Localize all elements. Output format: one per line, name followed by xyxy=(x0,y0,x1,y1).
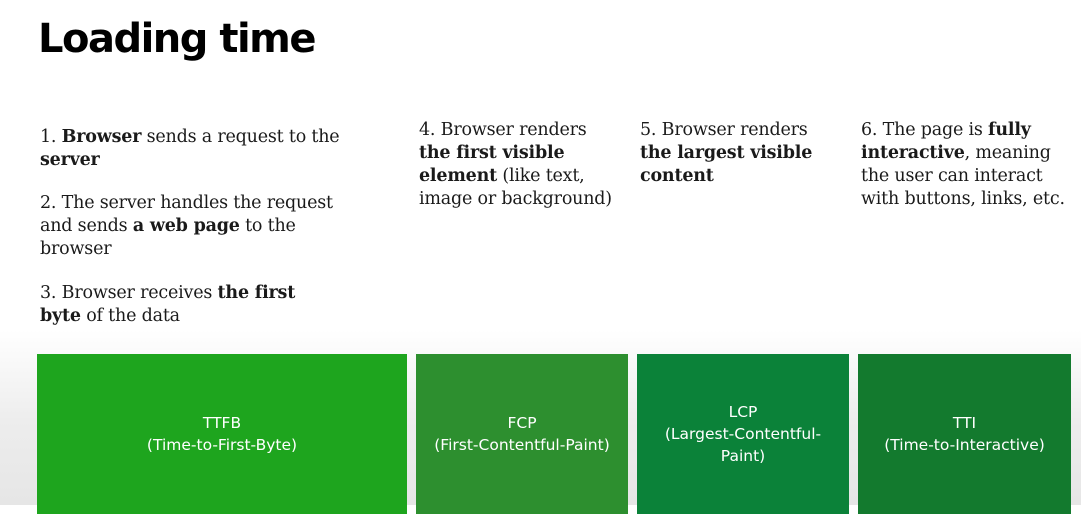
metric-fcp-abbr: FCP xyxy=(507,414,537,432)
metric-fcp: FCP (First-Contentful-Paint) xyxy=(416,354,628,514)
step-3: 3. Browser receives the first byte of th… xyxy=(40,282,340,328)
step-1-text-a: 1. xyxy=(40,127,62,147)
metric-ttfb: TTFB (Time-to-First-Byte) xyxy=(37,354,407,514)
step-1: 1. Browser sends a request to the server xyxy=(40,126,340,172)
step-5: 5. Browser renders the largest visible c… xyxy=(640,119,840,188)
metric-lcp: LCP (Largest-Contentful-Paint) xyxy=(637,354,849,514)
step-1-bold-server: server xyxy=(40,150,100,170)
step-2-bold-web-page: a web page xyxy=(132,216,240,236)
metric-lcp-abbr: LCP xyxy=(728,403,758,421)
metric-tti-abbr: TTI xyxy=(952,414,977,432)
step-5-text-a: 5. Browser renders xyxy=(640,120,808,140)
metric-tti: TTI (Time-to-Interactive) xyxy=(858,354,1071,514)
step-5-bold-largest-visible: the largest visible content xyxy=(640,143,813,186)
metric-ttfb-full: (Time-to-First-Byte) xyxy=(146,436,298,454)
step-6-text-a: 6. The page is xyxy=(861,120,989,140)
metric-lcp-full: (Largest-Contentful-Paint) xyxy=(664,425,822,465)
metric-fcp-full: (First-Contentful-Paint) xyxy=(434,436,610,454)
step-6: 6. The page is fully interactive, meanin… xyxy=(861,119,1071,211)
step-1-text-b: sends a request to the xyxy=(141,127,340,147)
step-3-text-b: of the data xyxy=(80,306,180,326)
metric-ttfb-abbr: TTFB xyxy=(202,414,242,432)
step-3-text-a: 3. Browser receives xyxy=(40,283,218,303)
slide-title: Loading time xyxy=(38,16,316,62)
step-4-text-a: 4. Browser renders xyxy=(419,120,587,140)
step-4: 4. Browser renders the first visible ele… xyxy=(419,119,619,211)
step-2: 2. The server handles the request and se… xyxy=(40,192,340,261)
metric-tti-full: (Time-to-Interactive) xyxy=(884,436,1045,454)
step-1-bold-browser: Browser xyxy=(61,127,142,147)
